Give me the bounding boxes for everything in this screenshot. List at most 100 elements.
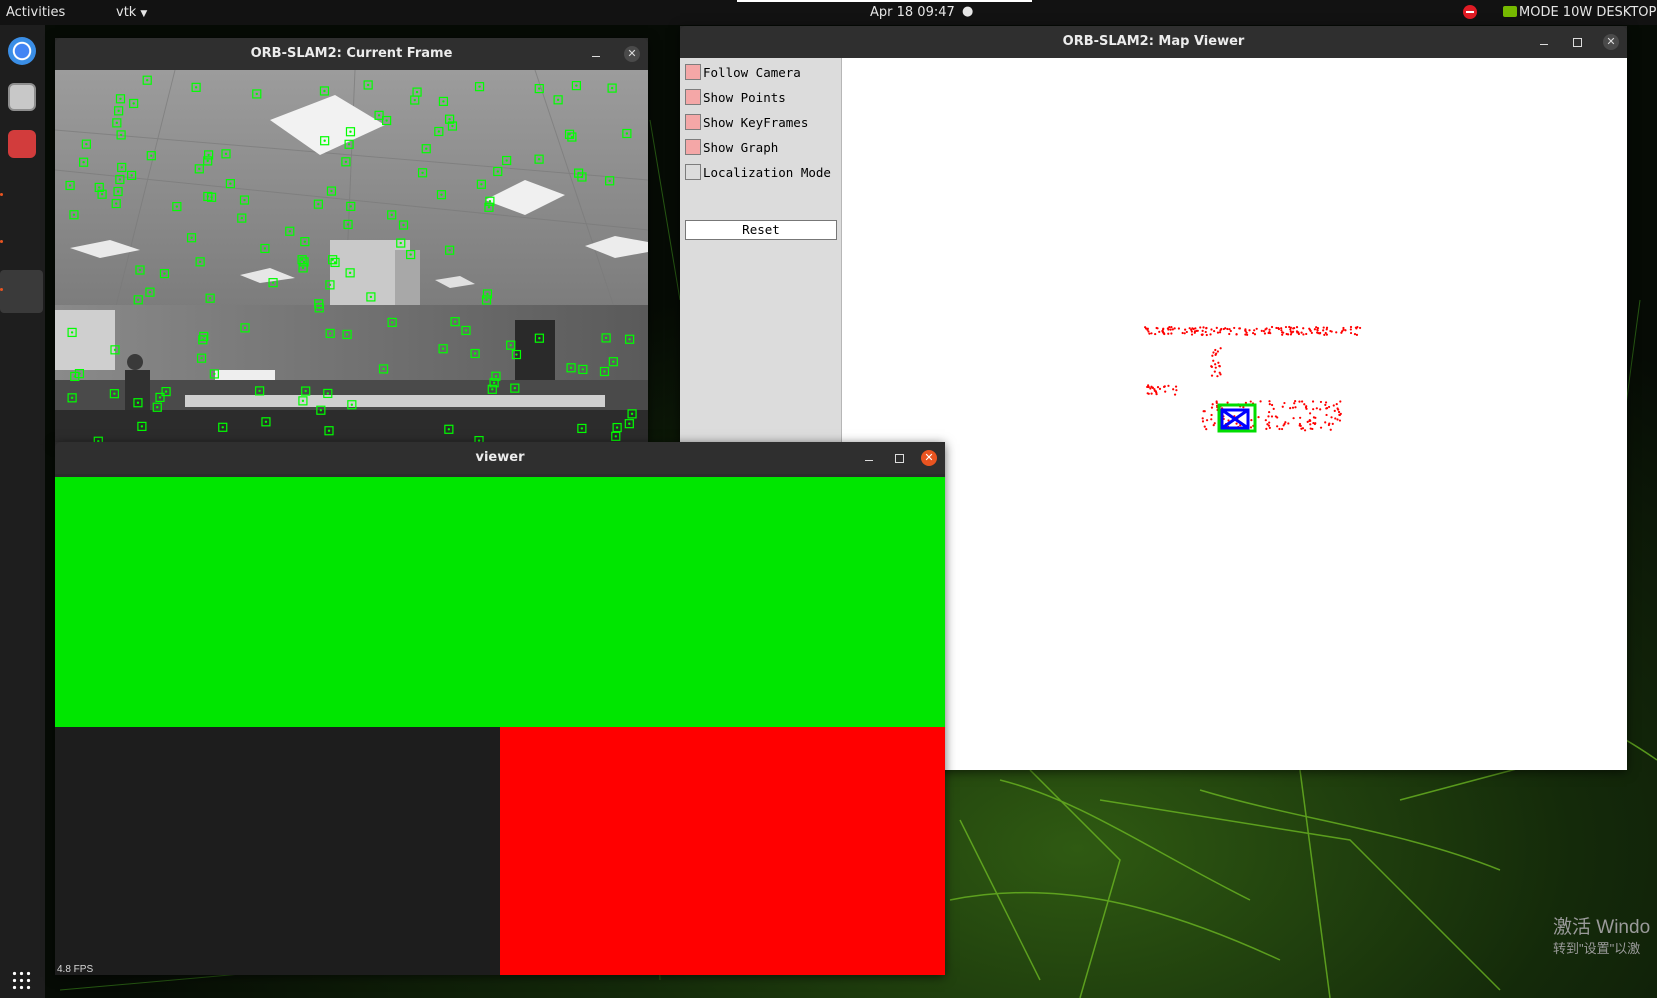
orb-feature-point	[399, 241, 402, 245]
orb-feature-point	[190, 236, 193, 239]
orb-feature-point	[513, 386, 517, 390]
checkbox-box[interactable]	[685, 114, 701, 130]
orb-feature-point	[300, 258, 304, 261]
map-point	[1229, 329, 1232, 333]
map-point	[1330, 416, 1333, 419]
maximize-button[interactable]	[1569, 34, 1585, 50]
map-point	[1228, 328, 1231, 331]
maximize-button[interactable]	[891, 450, 907, 466]
localization-mode-checkbox[interactable]: Localization Mode	[685, 164, 831, 184]
map-point	[1212, 423, 1215, 427]
person	[127, 354, 143, 370]
app-menu[interactable]: vtk ▼	[116, 5, 147, 20]
map-point	[1308, 419, 1311, 422]
running-indicator	[0, 193, 3, 196]
map-viewer-titlebar[interactable]: ORB-SLAM2: Map Viewer ✕	[680, 26, 1627, 58]
activation-watermark: 激活 Windo	[1553, 917, 1651, 938]
map-point	[1333, 409, 1336, 412]
reset-button[interactable]: Reset	[685, 220, 837, 240]
app-menu-label: vtk	[116, 5, 137, 20]
map-point	[1154, 390, 1158, 393]
map-point	[1167, 332, 1170, 335]
map-point	[1210, 413, 1213, 417]
show-points-checkbox[interactable]: Show Points	[685, 89, 786, 109]
current-frame-titlebar[interactable]: ORB-SLAM2: Current Frame ✕	[55, 38, 648, 70]
checkbox-label: Localization Mode	[703, 165, 831, 180]
orb-feature-point	[113, 348, 117, 352]
map-point	[1167, 384, 1170, 387]
files-icon[interactable]	[8, 83, 36, 111]
map-point	[1278, 427, 1281, 431]
running-indicator	[0, 288, 3, 291]
viewer-bottom-right-panel	[500, 727, 945, 975]
desk-surface	[185, 395, 605, 407]
close-button[interactable]: ✕	[624, 46, 640, 62]
checkbox-box[interactable]	[685, 89, 701, 105]
orb-feature-point	[346, 223, 350, 226]
map-point	[1205, 419, 1209, 422]
map-point	[1201, 329, 1204, 333]
do-not-disturb-icon[interactable]	[1463, 5, 1477, 19]
map-point	[1355, 333, 1359, 336]
map-point	[1268, 400, 1271, 403]
viewer-titlebar[interactable]: viewer ✕	[55, 442, 945, 474]
map-point	[1323, 333, 1326, 336]
minimize-button[interactable]	[588, 46, 604, 62]
map-point	[1272, 407, 1275, 410]
orb-feature-point	[164, 390, 168, 393]
minimize-button[interactable]	[861, 450, 877, 466]
chrome-icon[interactable]	[8, 37, 36, 65]
orb-feature-point	[473, 352, 477, 355]
orb-feature-point	[146, 79, 149, 82]
map-point	[1274, 415, 1277, 418]
map-point	[1303, 429, 1307, 432]
show-graph-checkbox[interactable]: Show Graph	[685, 139, 778, 159]
follow-camera-checkbox[interactable]: Follow Camera	[685, 64, 801, 84]
map-point	[1203, 410, 1206, 413]
activities-button[interactable]: Activities	[6, 5, 65, 20]
map-point	[1150, 392, 1153, 395]
orb-feature-point	[350, 403, 354, 406]
map-point	[1226, 401, 1229, 404]
checkbox-box[interactable]	[685, 164, 701, 180]
close-button[interactable]: ✕	[921, 450, 937, 466]
map-point	[1312, 408, 1315, 411]
map-point	[1264, 419, 1267, 422]
close-button[interactable]: ✕	[1603, 34, 1619, 50]
checkbox-box[interactable]	[685, 64, 701, 80]
map-point	[1218, 365, 1221, 368]
orb-feature-point	[208, 297, 212, 300]
active-app-slot[interactable]	[0, 270, 43, 313]
map-point	[1294, 406, 1297, 409]
power-mode-label[interactable]: MODE 10W DESKTOP	[1519, 5, 1656, 20]
video-icon[interactable]	[8, 130, 36, 158]
map-point	[1281, 333, 1284, 336]
map-point	[1287, 422, 1290, 425]
checkbox-box[interactable]	[685, 139, 701, 155]
map-point	[1164, 390, 1167, 393]
orb-feature-point	[317, 202, 320, 206]
map-point	[1276, 425, 1279, 428]
orb-feature-point	[382, 367, 385, 371]
nvidia-icon[interactable]	[1503, 6, 1517, 17]
orb-feature-point	[581, 368, 585, 371]
map-point	[1313, 328, 1316, 331]
camera-frame-image	[55, 70, 648, 443]
map-point	[1328, 422, 1331, 425]
orb-feature-point	[569, 366, 573, 369]
clock[interactable]: Apr 18 09:47	[870, 5, 955, 20]
viewer-window[interactable]: viewer ✕ 4.8 FPS	[55, 442, 945, 975]
map-point	[1209, 333, 1212, 336]
map-canvas[interactable]	[842, 58, 1627, 770]
orb-feature-point	[150, 154, 153, 157]
orb-feature-point	[255, 92, 258, 96]
map-point	[1147, 392, 1150, 395]
orb-feature-point	[194, 86, 198, 89]
minimize-button[interactable]	[1536, 34, 1552, 50]
show-apps-icon[interactable]	[11, 970, 31, 990]
show-keyframes-checkbox[interactable]: Show KeyFrames	[685, 114, 808, 134]
map-point	[1171, 328, 1174, 331]
map-point	[1319, 408, 1322, 411]
current-frame-window[interactable]: ORB-SLAM2: Current Frame ✕	[55, 38, 648, 443]
map-points-layer	[1144, 325, 1362, 432]
